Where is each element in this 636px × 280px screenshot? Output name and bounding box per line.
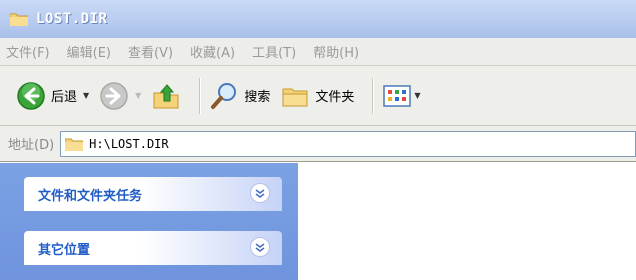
address-bar: 地址(D) H:\LOST.DIR <box>0 126 636 162</box>
address-label: 地址(D) <box>8 138 55 153</box>
up-button[interactable] <box>151 81 181 111</box>
search-label: 搜索 <box>244 90 271 105</box>
folder-icon <box>65 138 84 151</box>
address-input[interactable]: H:\LOST.DIR <box>60 130 636 157</box>
other-places-panel[interactable]: 其它位置 <box>24 231 282 265</box>
back-button[interactable]: 后退 ▼ <box>16 81 89 111</box>
folder-icon <box>10 13 28 26</box>
views-dropdown-icon[interactable]: ▼ <box>414 91 420 100</box>
menu-help[interactable]: 帮助(H) <box>313 42 359 61</box>
folders-label: 文件夹 <box>315 90 355 105</box>
window-title: LOST.DIR <box>36 11 108 27</box>
up-folder-icon <box>153 83 179 108</box>
views-button[interactable]: ▼ <box>382 82 421 110</box>
folders-icon <box>282 88 308 106</box>
expand-chevron-icon[interactable] <box>250 237 270 257</box>
back-dropdown-icon[interactable]: ▼ <box>83 91 89 100</box>
menu-bar: 文件(F) 编辑(E) 查看(V) 收藏(A) 工具(T) 帮助(H) <box>0 38 636 66</box>
file-list-area[interactable] <box>298 163 636 280</box>
toolbar-separator <box>372 77 375 114</box>
menu-view[interactable]: 查看(V) <box>128 42 173 61</box>
views-icon <box>383 84 412 107</box>
menu-tools[interactable]: 工具(T) <box>252 42 296 61</box>
search-button[interactable]: 搜索 <box>209 81 270 111</box>
task-pane: 文件和文件夹任务 其它位置 <box>0 163 298 280</box>
forward-arrow-icon <box>100 81 128 110</box>
toolbar: 后退 ▼ ▼ 搜索 文件夹 ▼ <box>0 66 636 126</box>
address-path: H:\LOST.DIR <box>89 136 169 151</box>
search-icon <box>211 82 237 109</box>
forward-dropdown-icon[interactable]: ▼ <box>135 91 141 100</box>
panel-title: 文件和文件夹任务 <box>38 188 143 204</box>
folders-button[interactable]: 文件夹 <box>280 81 354 111</box>
forward-button[interactable]: ▼ <box>99 81 141 111</box>
menu-edit[interactable]: 编辑(E) <box>67 42 111 61</box>
menu-favorites[interactable]: 收藏(A) <box>190 42 235 61</box>
back-label: 后退 <box>51 90 78 105</box>
menu-file[interactable]: 文件(F) <box>6 42 50 61</box>
file-folder-tasks-panel[interactable]: 文件和文件夹任务 <box>24 177 282 211</box>
toolbar-separator <box>199 77 202 114</box>
expand-chevron-icon[interactable] <box>250 183 270 203</box>
back-arrow-icon <box>17 81 45 110</box>
panel-title: 其它位置 <box>38 242 91 258</box>
title-bar: LOST.DIR <box>0 0 636 38</box>
